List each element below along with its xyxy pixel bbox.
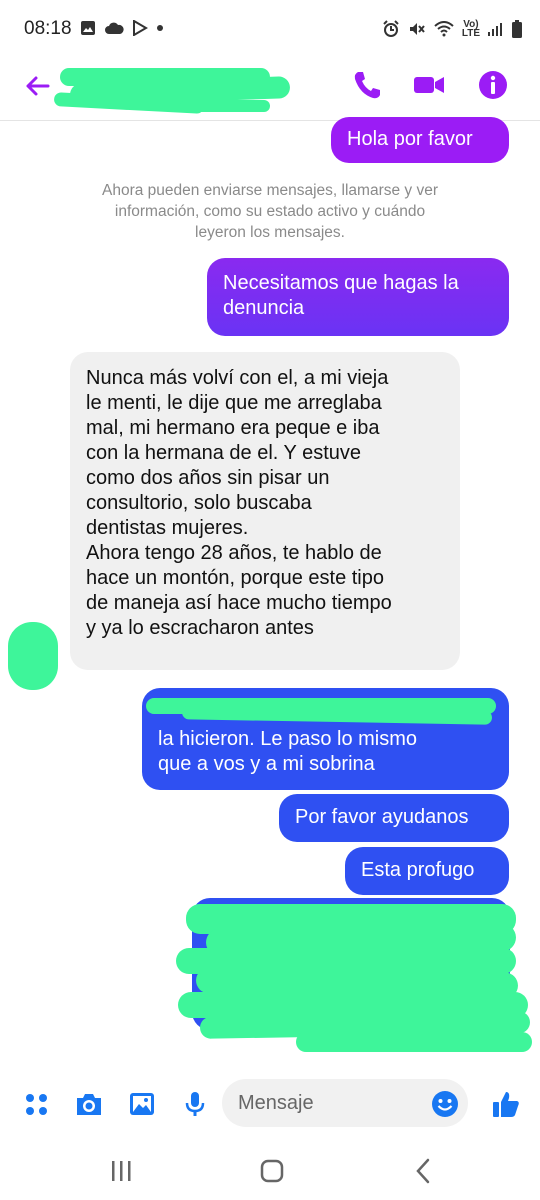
volte-indicator: Vo) LTE [461,20,480,39]
battery-icon [512,20,522,38]
system-navigation-bar [0,1140,540,1200]
message-text: Por favor ayudanos [295,806,469,828]
status-left-icons [80,20,164,36]
message-text: Hola por favor [347,128,473,150]
signal-icon [488,23,502,36]
message-text: Necesitamos que hagas la denuncia [223,272,459,319]
outgoing-message[interactable]: Por favor ayudanos [279,794,509,842]
mute-icon [409,23,425,35]
message-text: la hicieron. Le paso lo mismo que a vos … [158,728,418,775]
video-call-button[interactable] [412,68,446,102]
wifi-icon [434,21,454,37]
outgoing-message[interactable]: Necesitamos que hagas la denuncia [207,258,509,336]
gallery-notification-icon [81,21,95,35]
alarm-icon [383,20,399,37]
back-button[interactable] [20,68,56,104]
outgoing-message[interactable]: Hola por favor [331,117,509,163]
message-text: Nunca más volví con el, a mi vieja le me… [86,367,392,639]
redacted-message[interactable] [176,898,540,1058]
gallery-icon[interactable] [127,1089,157,1119]
outgoing-message[interactable]: la hicieron. Le paso lo mismo que a vos … [142,688,509,790]
status-time: 08:18 [24,18,72,39]
recent-apps-icon[interactable] [101,1156,141,1186]
camera-icon[interactable] [74,1089,104,1119]
chat-header [0,60,540,121]
play-store-icon [133,20,148,36]
dot-icon [157,25,163,31]
outgoing-message[interactable]: Esta profugo [345,847,509,895]
sender-avatar-redacted [8,622,62,694]
thumbs-up-icon[interactable] [491,1089,521,1119]
info-button[interactable] [476,68,510,102]
emoji-icon[interactable] [430,1089,460,1119]
cloud-icon [105,22,124,34]
microphone-icon[interactable] [180,1089,210,1119]
status-right-icons: Vo) LTE [382,20,522,39]
home-icon[interactable] [252,1156,292,1186]
call-button[interactable] [350,68,384,102]
menu-dots-icon[interactable] [22,1089,52,1119]
contact-name-redacted[interactable] [53,66,291,114]
message-composer [0,1075,540,1133]
system-note: Ahora pueden enviarse mensajes, llamarse… [101,182,438,241]
message-text: Esta profugo [361,859,475,881]
back-nav-icon[interactable] [404,1156,444,1186]
status-bar: 08:18 Vo) LTE [0,0,540,60]
incoming-message[interactable]: Nunca más volví con el, a mi vieja le me… [70,352,460,670]
volte-bottom-label: LTE [461,28,480,39]
redaction-scribble [142,688,509,725]
